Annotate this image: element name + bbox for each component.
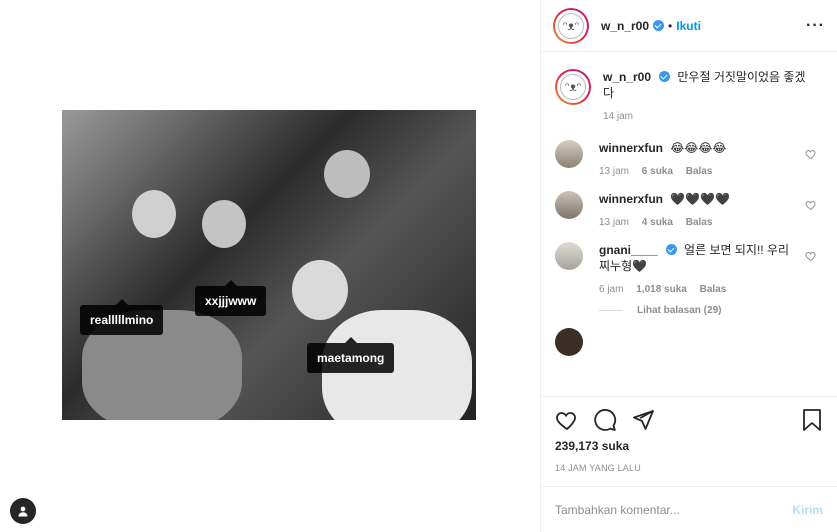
avatar[interactable] <box>555 191 583 219</box>
bookmark-icon[interactable] <box>801 408 823 432</box>
timestamp: 13 jam <box>599 166 630 177</box>
divider <box>599 310 623 311</box>
likes-count[interactable]: 6 suka <box>642 166 673 177</box>
avatar[interactable] <box>555 242 583 270</box>
view-replies-label: Lihat balasan (29) <box>637 305 722 316</box>
verified-badge-icon <box>659 71 671 82</box>
separator: • <box>668 18 673 33</box>
avatar[interactable] <box>555 140 583 168</box>
more-options-icon[interactable]: ··· <box>806 17 825 35</box>
avatar[interactable] <box>555 328 583 356</box>
photo-tag[interactable]: maetamong <box>307 337 395 373</box>
comment-input[interactable]: Tambahkan komentar... <box>555 503 680 517</box>
comment-text: 🖤🖤🖤🖤 <box>670 192 731 206</box>
bunny-face-icon: ᵔᴥᵔ <box>560 74 586 100</box>
add-comment-bar: Tambahkan komentar... Kirim <box>541 486 837 532</box>
photo-tag[interactable]: xxjjjwww <box>195 280 267 316</box>
post-photo[interactable]: realllllmino xxjjjwww maetamong <box>62 110 476 420</box>
comment-text: 😂😂😂😂 <box>670 141 727 155</box>
heart-icon[interactable] <box>805 250 817 262</box>
reply-button[interactable]: Balas <box>686 217 713 228</box>
bunny-face-icon: ᵔᴥᵔ <box>558 12 584 39</box>
comment-icon[interactable] <box>593 408 617 432</box>
reply-button[interactable]: Balas <box>686 166 713 177</box>
timestamp: 13 jam <box>599 217 630 228</box>
username-link[interactable]: winnerxfun <box>599 141 663 155</box>
post-sidebar: ᵔᴥᵔ w_n_r00 • Ikuti ··· ᵔᴥᵔ w_n_r00 만우절 … <box>540 0 837 532</box>
comment-item <box>555 328 823 356</box>
heart-icon[interactable] <box>805 199 817 211</box>
timestamp: 6 jam <box>599 284 624 295</box>
username-link[interactable]: gnani____ <box>599 243 658 257</box>
comment-item: gnani____ 얼른 보면 되지!! 우리 찌누형🖤 6 jam 1,018… <box>555 242 823 295</box>
share-icon[interactable] <box>631 408 655 432</box>
heart-icon[interactable] <box>805 148 817 160</box>
post-actions: 239,173 suka 14 JAM YANG LALU <box>541 396 837 473</box>
username-link[interactable]: w_n_r00 <box>601 19 649 33</box>
username-link[interactable]: winnerxfun <box>599 192 663 206</box>
send-button[interactable]: Kirim <box>792 503 823 517</box>
comment-item: winnerxfun 😂😂😂😂 13 jam 6 suka Balas <box>555 140 823 177</box>
likes-count[interactable]: 239,173 suka <box>555 439 823 453</box>
photo-tag[interactable]: realllllmino <box>80 299 164 335</box>
username-link[interactable]: w_n_r00 <box>603 70 651 84</box>
post-header: ᵔᴥᵔ w_n_r00 • Ikuti ··· <box>541 0 837 52</box>
view-replies-button[interactable]: Lihat balasan (29) <box>599 305 823 316</box>
timestamp: 14 jam <box>603 111 634 122</box>
likes-count[interactable]: 4 suka <box>642 217 673 228</box>
follow-button[interactable]: Ikuti <box>676 19 701 33</box>
verified-badge-icon <box>665 244 677 255</box>
post-media-area: realllllmino xxjjjwww maetamong <box>0 0 540 532</box>
reply-button[interactable]: Balas <box>700 284 727 295</box>
likes-count[interactable]: 1,018 suka <box>636 284 687 295</box>
tagged-users-icon[interactable] <box>10 498 36 524</box>
caption: ᵔᴥᵔ w_n_r00 만우절 거짓말이었음 좋겠다 14 jam <box>555 69 823 122</box>
avatar[interactable]: ᵔᴥᵔ <box>553 7 589 44</box>
heart-icon[interactable] <box>555 408 579 432</box>
comments-list[interactable]: ᵔᴥᵔ w_n_r00 만우절 거짓말이었음 좋겠다 14 jam winner… <box>541 53 837 396</box>
verified-badge-icon <box>653 20 665 31</box>
post-timestamp[interactable]: 14 JAM YANG LALU <box>555 463 823 473</box>
comment-item: winnerxfun 🖤🖤🖤🖤 13 jam 4 suka Balas <box>555 191 823 228</box>
avatar[interactable]: ᵔᴥᵔ <box>555 69 591 105</box>
